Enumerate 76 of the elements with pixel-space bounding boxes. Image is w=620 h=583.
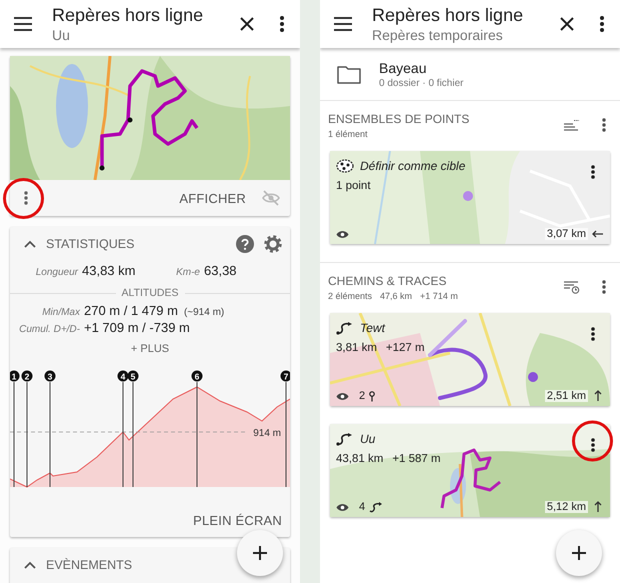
help-icon[interactable] <box>236 235 254 253</box>
eye-icon[interactable] <box>336 392 349 400</box>
sort-icon[interactable] <box>564 280 580 294</box>
folder-item[interactable]: Bayeau 0 dossier · 0 fichier <box>320 48 620 101</box>
item-count: 4 <box>359 501 366 513</box>
direction-arrow-icon <box>592 228 604 240</box>
track-icon <box>336 432 354 446</box>
app-subtitle: Repères temporaires <box>372 26 504 44</box>
item-card[interactable]: Définir comme cible 1 point 3,07 km <box>330 151 610 244</box>
app-title: Repères hors ligne <box>52 4 204 26</box>
section-info: 1 élément <box>328 128 368 138</box>
more-icon[interactable] <box>602 118 606 132</box>
track-icon <box>369 502 384 512</box>
menu-icon[interactable] <box>14 17 32 31</box>
app-title: Repères hors ligne <box>372 4 524 26</box>
more-icon[interactable] <box>591 165 595 179</box>
stat-value: 63,38 <box>204 263 238 278</box>
item-name: Définir comme cible <box>360 159 466 173</box>
item-card[interactable]: Tewt 3,81 km +127 m 2 2,51 km <box>330 313 610 406</box>
more-icon[interactable] <box>602 280 606 294</box>
caret-icon[interactable] <box>24 561 36 569</box>
caret-icon[interactable] <box>24 240 36 248</box>
more-icon[interactable] <box>591 327 595 341</box>
section-info: 2 éléments <box>328 290 372 300</box>
folder-name: Bayeau <box>379 60 428 76</box>
section-info: +1 714 m <box>420 290 458 300</box>
item-stat: 1 point <box>336 180 371 192</box>
close-icon[interactable] <box>240 17 254 31</box>
stat-value: +1 709 m / -739 m <box>84 320 190 335</box>
item-count: 2 <box>359 390 366 402</box>
track-icon <box>336 321 354 335</box>
plus-icon <box>252 545 268 561</box>
item-stat: 43,81 km <box>336 453 384 465</box>
pin-icon <box>369 390 376 402</box>
direction-arrow-icon <box>592 390 604 402</box>
more-icon[interactable] <box>600 16 604 32</box>
section-title: ENSEMBLES DE POINTS <box>328 112 470 126</box>
item-name: Uu <box>360 432 376 446</box>
add-button[interactable] <box>556 530 602 576</box>
stat-label: Longueur <box>34 267 78 278</box>
plus-icon <box>571 545 587 561</box>
eye-icon[interactable] <box>336 502 349 512</box>
item-stat: 3,81 km <box>336 342 377 354</box>
eye-icon[interactable] <box>336 230 349 238</box>
close-icon[interactable] <box>560 17 574 31</box>
stat-note: (~914 m) <box>184 307 224 318</box>
sort-icon[interactable] <box>564 119 580 131</box>
section-title: EVÈNEMENTS <box>46 558 134 572</box>
fullscreen-button[interactable]: PLEIN ÉCRAN <box>193 513 282 528</box>
more-icon[interactable] <box>591 438 595 452</box>
folder-icon <box>337 64 361 84</box>
stat-label: Km-e <box>175 267 200 278</box>
distance-label: 5,12 km <box>544 501 588 513</box>
item-stat: +127 m <box>386 342 425 354</box>
settings-icon[interactable] <box>264 235 282 253</box>
folder-info: 0 dossier · 0 fichier <box>379 78 464 88</box>
section-title: CHEMINS & TRACES <box>328 274 448 288</box>
stat-label: Min/Max <box>41 307 80 318</box>
section-info: 47,6 km <box>380 290 412 300</box>
more-icon[interactable] <box>280 16 284 32</box>
item-stat: +1 587 m <box>392 453 441 465</box>
distance-label: 3,07 km <box>544 228 588 240</box>
stat-label: Cumul. D+/D- <box>18 324 80 335</box>
more-button[interactable]: + PLUS <box>130 339 170 359</box>
app-subtitle: Uu <box>52 26 71 44</box>
waypoints-icon <box>336 159 354 173</box>
distance-label: 2,51 km <box>544 390 588 402</box>
stat-value: 43,83 km <box>82 263 136 278</box>
item-card[interactable]: Uu 43,81 km +1 587 m 4 5,12 km <box>330 424 610 517</box>
section-title: STATISTIQUES <box>46 237 136 251</box>
stat-value: 270 m / 1 479 m <box>84 303 178 318</box>
menu-icon[interactable] <box>334 17 352 31</box>
item-name: Tewt <box>360 321 385 335</box>
subsection-title: ALTITUDES <box>122 287 178 299</box>
direction-arrow-icon <box>592 501 604 513</box>
show-button[interactable]: AFFICHER <box>179 190 246 206</box>
